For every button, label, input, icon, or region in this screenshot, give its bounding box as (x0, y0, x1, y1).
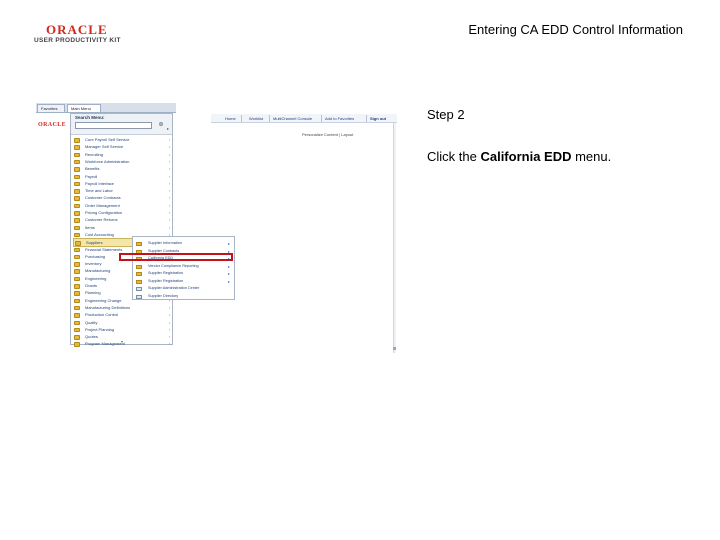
folder-icon (74, 174, 80, 179)
logo-brand: ORACLE (46, 22, 108, 37)
chevron-right-icon: ▸ (228, 278, 231, 284)
search-go-icon[interactable]: ⊛ (157, 121, 165, 129)
folder-icon (74, 305, 80, 311)
submenu-item-label: Vendor Compliance Reporting (148, 263, 199, 268)
folder-icon (74, 284, 80, 289)
vertical-scrollbar[interactable] (393, 123, 396, 353)
chevron-right-icon: ▸ (228, 263, 231, 269)
folder-icon (74, 247, 80, 252)
folder-icon (74, 276, 80, 282)
document-title: Entering CA EDD Control Information (468, 22, 683, 37)
submenu-item[interactable]: Vendor Compliance Reporting ▸ (133, 263, 234, 271)
folder-icon (74, 152, 80, 158)
submenu-item[interactable]: Supplier Directory (133, 293, 234, 301)
folder-icon (74, 189, 80, 194)
scroll-down-icon[interactable]: ▾ (121, 339, 123, 344)
main-menu-dropdown: Search Menu: ⊛ ▸ Core Payroll Self Servi… (70, 113, 173, 347)
submenu-item-label: Supplier Administration Center (148, 286, 200, 290)
submenu-item-label: Supplier Registration (148, 271, 184, 275)
folder-icon (74, 298, 80, 304)
folder-icon (74, 225, 80, 231)
folder-icon (74, 211, 80, 216)
submenu-item[interactable]: Supplier Registration ▸ (133, 278, 234, 286)
folder-icon (74, 320, 80, 325)
nav-add-to-favorites[interactable]: Add to Favorites (325, 115, 354, 122)
nav-home[interactable]: Home (225, 115, 236, 122)
folder-icon (74, 254, 80, 260)
chevron-right-icon: ▸ (228, 241, 231, 246)
folder-icon (74, 196, 80, 201)
submenu-item-label: Supplier Directory (148, 293, 179, 298)
folder-icon (74, 218, 80, 223)
logo-subtitle: USER PRODUCTIVITY KIT (34, 37, 121, 44)
nav-divider (366, 115, 367, 122)
chevron-right-icon: ▸ (228, 271, 231, 276)
nav-divider (321, 115, 322, 122)
submenu-item-label: Supplier Information (148, 241, 182, 245)
page-icon (136, 287, 142, 291)
step-instruction: Click the California EDD menu. (427, 149, 611, 164)
submenu-item[interactable]: Supplier Registration ▸ (133, 270, 234, 278)
submenu-item-label: Supplier Registration (148, 278, 184, 283)
folder-icon (74, 313, 80, 318)
folder-icon (74, 291, 80, 296)
folder-icon (74, 145, 80, 150)
instruction-suffix: menu. (571, 149, 612, 164)
folder-icon (74, 335, 80, 340)
suppliers-submenu: Supplier Information ▸ Supplier Contracts ▸… (132, 236, 235, 300)
tab-main-menu[interactable]: Main Menu (67, 104, 101, 112)
menu-search-header: Search Menu: ⊛ ▸ (71, 114, 172, 135)
folder-icon (136, 242, 142, 246)
nav-worklist[interactable]: Worklist (249, 115, 263, 122)
oracle-header-logo: ORACLE (38, 122, 67, 128)
nav-multichannel-console[interactable]: MultiChannel Console (273, 115, 312, 122)
menu-tab-bar: Favorites Main Menu (36, 103, 176, 113)
scrollbar-thumb[interactable] (393, 347, 396, 350)
folder-icon (74, 232, 80, 238)
chevron-right-icon: › (169, 341, 171, 347)
instruction-prefix: Click the (427, 149, 481, 164)
oracle-upk-logo: ORACLE USER PRODUCTIVITY KIT (34, 22, 134, 48)
folder-icon (74, 138, 80, 143)
menu-search-input[interactable] (75, 122, 152, 129)
folder-icon (136, 264, 142, 269)
submenu-item[interactable]: Supplier Information ▸ (133, 240, 234, 248)
folder-icon (74, 262, 80, 267)
collapse-icon[interactable]: ▸ (167, 126, 169, 131)
application-screenshot: Favorites Main Menu ORACLE Home Worklist… (36, 103, 397, 353)
folder-icon (74, 159, 80, 165)
folder-icon (74, 342, 80, 347)
page-icon (136, 294, 142, 299)
folder-icon (74, 327, 80, 333)
nav-sign-out[interactable]: Sign out (370, 115, 386, 122)
folder-icon (74, 269, 80, 274)
folder-icon (74, 203, 80, 209)
highlight-callout-box (119, 253, 233, 261)
folder-icon (136, 279, 142, 284)
nav-divider (269, 115, 270, 122)
folder-icon (74, 181, 80, 187)
folder-icon (136, 272, 142, 276)
submenu-item[interactable]: Supplier Administration Center (133, 285, 234, 293)
nav-divider (241, 115, 242, 122)
step-number: Step 2 (427, 107, 465, 122)
personalize-content-link[interactable]: Personalize Content | Layout (302, 132, 353, 137)
tab-favorites[interactable]: Favorites (37, 104, 65, 112)
folder-icon (74, 167, 80, 172)
top-navigation: Home Worklist MultiChannel Console Add t… (211, 114, 397, 123)
search-menu-label: Search Menu: (75, 115, 105, 120)
instruction-target: California EDD (480, 149, 572, 164)
menu-item-label: Program Management (85, 341, 125, 347)
